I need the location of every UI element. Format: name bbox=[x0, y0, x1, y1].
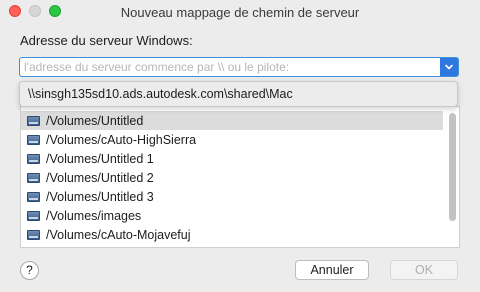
volume-row[interactable]: /Volumes/Untitled bbox=[21, 111, 443, 130]
hard-disk-icon bbox=[27, 153, 40, 164]
volume-row-partial[interactable] bbox=[21, 244, 443, 247]
volume-label: /Volumes/cAuto-Mojavefuj bbox=[46, 227, 191, 242]
combobox-dropdown-button[interactable] bbox=[440, 58, 458, 76]
volume-label: /Volumes/Untitled bbox=[46, 113, 144, 128]
hard-disk-icon bbox=[27, 210, 40, 221]
hard-disk-icon bbox=[27, 191, 40, 202]
list-scrollbar[interactable] bbox=[449, 113, 456, 221]
hard-disk-icon bbox=[27, 172, 40, 183]
volume-label: /Volumes/Untitled 1 bbox=[46, 151, 154, 166]
server-address-label: Adresse du serveur Windows: bbox=[20, 33, 193, 48]
suggestion-item[interactable]: \\sinsgh135sd10.ads.autodesk.com\shared\… bbox=[28, 87, 293, 101]
hard-disk-icon bbox=[27, 115, 40, 126]
title-bar: Nouveau mappage de chemin de serveur bbox=[0, 0, 480, 24]
window-title: Nouveau mappage de chemin de serveur bbox=[120, 5, 360, 20]
chevron-down-icon bbox=[445, 64, 453, 70]
volume-label: /Volumes/Untitled 3 bbox=[46, 189, 154, 204]
volume-row[interactable]: /Volumes/cAuto-HighSierra bbox=[21, 130, 443, 149]
cancel-button[interactable]: Annuler bbox=[295, 260, 369, 280]
hard-disk-icon bbox=[27, 134, 40, 145]
suggestion-popup[interactable]: \\sinsgh135sd10.ads.autodesk.com\shared\… bbox=[19, 81, 458, 107]
volume-row[interactable]: /Volumes/Untitled 3 bbox=[21, 187, 443, 206]
volumes-list[interactable]: /Volumes/Untitled /Volumes/cAuto-HighSie… bbox=[20, 106, 460, 248]
volume-label: /Volumes/images bbox=[46, 208, 142, 223]
volume-label: /Volumes/Untitled 2 bbox=[46, 170, 154, 185]
volume-row[interactable]: /Volumes/Untitled 1 bbox=[21, 149, 443, 168]
volume-label: /Volumes/cAuto-HighSierra bbox=[46, 132, 197, 147]
hard-disk-icon bbox=[27, 229, 40, 240]
server-address-combobox[interactable] bbox=[19, 57, 459, 77]
help-button[interactable]: ? bbox=[20, 261, 39, 280]
server-address-input[interactable] bbox=[20, 58, 448, 76]
volume-row[interactable]: /Volumes/Untitled 2 bbox=[21, 168, 443, 187]
volume-row[interactable]: /Volumes/cAuto-Mojavefuj bbox=[21, 225, 443, 244]
ok-button[interactable]: OK bbox=[390, 260, 458, 280]
volume-row[interactable]: /Volumes/images bbox=[21, 206, 443, 225]
